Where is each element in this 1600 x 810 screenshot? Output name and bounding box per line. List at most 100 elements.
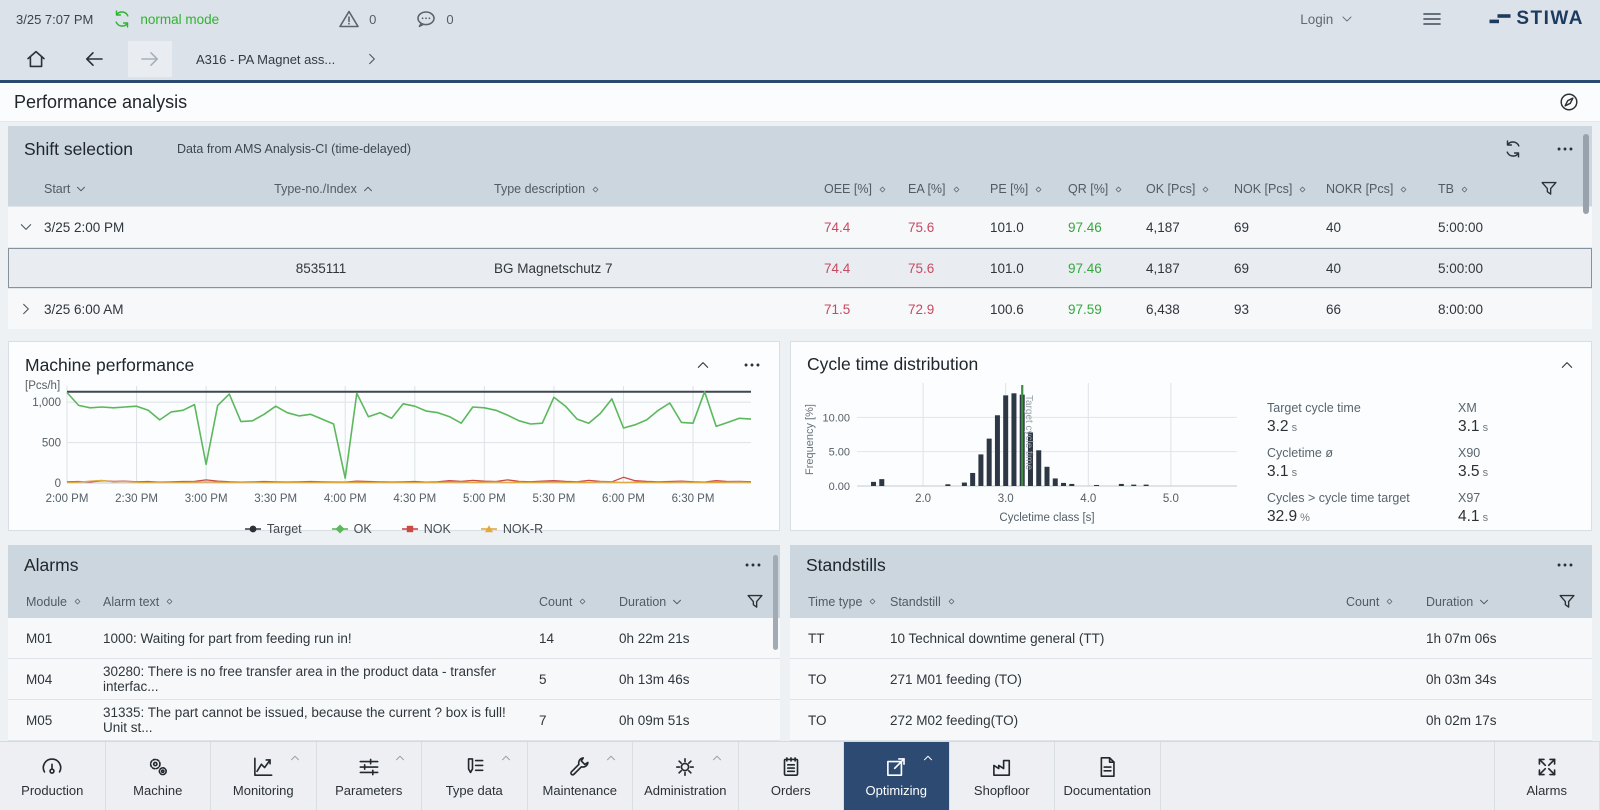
login-menu[interactable]: Login bbox=[1300, 12, 1354, 27]
legend-item-nok[interactable]: NOK bbox=[402, 522, 451, 536]
bottom-nav-optimizing[interactable]: Optimizing bbox=[844, 742, 950, 810]
standstills-body: TT10 Technical downtime general (TT)1h 0… bbox=[790, 618, 1592, 741]
message-counter[interactable]: 0 bbox=[414, 7, 453, 31]
cycle-time-panel: Cycle time distribution 2.03.04.05.00.00… bbox=[790, 341, 1592, 531]
legend-item-ok[interactable]: OK bbox=[332, 522, 372, 536]
col-header-duration[interactable]: Duration bbox=[1426, 595, 1546, 609]
table-row[interactable]: M0430280: There is no free transfer area… bbox=[8, 659, 780, 700]
svg-text:Target cycle time: Target cycle time bbox=[1023, 395, 1034, 470]
shift-scrollbar[interactable] bbox=[1583, 134, 1589, 214]
bottom-nav-monitoring[interactable]: Monitoring bbox=[211, 742, 317, 810]
duration-value: 0h 13m 46s bbox=[619, 672, 734, 687]
shift-selection-subtitle: Data from AMS Analysis-CI (time-delayed) bbox=[177, 142, 411, 156]
col-header-type-description[interactable]: Type description bbox=[494, 182, 824, 196]
col-header-standstill[interactable]: Standstill bbox=[890, 595, 1346, 609]
shift-row[interactable]: 3/25 2:00 PM74.475.6101.097.464,18769405… bbox=[8, 206, 1592, 247]
bottom-nav-orders[interactable]: Orders bbox=[739, 742, 845, 810]
sort-diamond-icon bbox=[1384, 596, 1395, 607]
alarms-scrollbar[interactable] bbox=[773, 555, 778, 650]
row-expander[interactable] bbox=[8, 219, 44, 235]
standstills-header-row: Time typeStandstillCountDuration bbox=[790, 585, 1592, 618]
shift-row[interactable]: 3/25 6:00 AM71.572.9100.697.596,43893668… bbox=[8, 288, 1592, 329]
legend-item-target[interactable]: Target bbox=[245, 522, 302, 536]
sort-diamond-icon bbox=[946, 596, 957, 607]
col-header-count[interactable]: Count bbox=[539, 595, 619, 609]
hamburger-menu-button[interactable] bbox=[1420, 7, 1444, 31]
machine-chart-legend: Target OK NOK NOK-R bbox=[9, 522, 779, 536]
dashboard-button[interactable] bbox=[1558, 91, 1580, 113]
bottom-nav-parameters[interactable]: Parameters bbox=[317, 742, 423, 810]
machine-more-button[interactable] bbox=[741, 354, 763, 376]
caret-up-icon bbox=[922, 752, 934, 764]
nav-caret[interactable] bbox=[605, 749, 617, 767]
table-row[interactable]: M0531335: The part cannot be issued, bec… bbox=[8, 700, 780, 741]
nav-caret[interactable] bbox=[394, 749, 406, 767]
table-row[interactable]: TO271 M01 feeding (TO)0h 03m 34s bbox=[790, 659, 1592, 700]
warning-icon bbox=[337, 7, 361, 31]
oee-value: 74.4 bbox=[824, 261, 908, 276]
col-header-type-no-index[interactable]: Type-no./Index bbox=[154, 182, 494, 196]
legend-item-nok-r[interactable]: NOK-R bbox=[481, 522, 543, 536]
col-header-module[interactable]: Module bbox=[8, 595, 103, 609]
bottom-nav-production[interactable]: Production bbox=[0, 742, 106, 810]
back-button[interactable] bbox=[72, 41, 116, 77]
stiwa-mark-icon bbox=[1488, 7, 1512, 31]
shift-row[interactable]: 8535111BG Magnetschutz 774.475.6101.097.… bbox=[8, 247, 1592, 288]
bottom-nav-alarms[interactable]: Alarms bbox=[1495, 742, 1600, 810]
forward-button[interactable] bbox=[128, 41, 172, 77]
warning-count: 0 bbox=[369, 12, 376, 27]
next-tab-button[interactable] bbox=[364, 51, 380, 67]
nav-label: Documentation bbox=[1064, 783, 1151, 798]
sort-diamond-icon bbox=[951, 184, 962, 195]
machine-performance-title: Machine performance bbox=[25, 355, 194, 376]
col-header-pe-[interactable]: PE [%] bbox=[990, 182, 1068, 196]
bottom-nav-type-data[interactable]: Type data bbox=[422, 742, 528, 810]
col-header-qr-[interactable]: QR [%] bbox=[1068, 182, 1146, 196]
col-header-tb[interactable]: TB bbox=[1438, 182, 1538, 196]
svg-text:3:00 PM: 3:00 PM bbox=[185, 493, 228, 505]
alarms-more-button[interactable] bbox=[742, 554, 764, 576]
col-header-oee-[interactable]: OEE [%] bbox=[824, 182, 908, 196]
col-header-time-type[interactable]: Time type bbox=[790, 595, 890, 609]
hamburger-icon bbox=[1420, 7, 1444, 31]
shift-filter-button[interactable] bbox=[1538, 178, 1600, 200]
col-header-duration[interactable]: Duration bbox=[619, 595, 734, 609]
bottom-nav-maintenance[interactable]: Maintenance bbox=[528, 742, 634, 810]
col-header-ea-[interactable]: EA [%] bbox=[908, 182, 990, 196]
standstills-filter-button[interactable] bbox=[1546, 591, 1592, 613]
bottom-nav-machine[interactable]: Machine bbox=[106, 742, 212, 810]
warning-counter[interactable]: 0 bbox=[337, 7, 376, 31]
table-row[interactable]: TT10 Technical downtime general (TT)1h 0… bbox=[790, 618, 1592, 659]
table-row[interactable]: M011000: Waiting for part from feeding r… bbox=[8, 618, 780, 659]
col-header-start[interactable]: Start bbox=[44, 182, 154, 196]
nav-label: Monitoring bbox=[233, 783, 294, 798]
home-button[interactable] bbox=[14, 41, 58, 77]
row-expander[interactable] bbox=[8, 301, 44, 317]
col-header-nokr-pcs-[interactable]: NOKR [Pcs] bbox=[1326, 182, 1438, 196]
standstills-more-button[interactable] bbox=[1554, 554, 1576, 576]
current-tab-title[interactable]: A316 - PA Magnet ass... bbox=[196, 52, 348, 67]
nav-label: Production bbox=[21, 783, 83, 798]
chevron-up-icon bbox=[695, 357, 711, 373]
nav-caret[interactable] bbox=[922, 749, 934, 767]
col-header-count[interactable]: Count bbox=[1346, 595, 1426, 609]
col-header-ok-pcs-[interactable]: OK [Pcs] bbox=[1146, 182, 1234, 196]
standstills-panel: Standstills Time typeStandstillCountDura… bbox=[790, 545, 1592, 741]
refresh-button[interactable] bbox=[1502, 138, 1524, 160]
table-row[interactable]: TO272 M02 feeding(TO)0h 02m 17s bbox=[790, 700, 1592, 741]
col-header-alarm-text[interactable]: Alarm text bbox=[103, 595, 539, 609]
col-header-nok-pcs-[interactable]: NOK [Pcs] bbox=[1234, 182, 1326, 196]
pe-value: 101.0 bbox=[990, 220, 1068, 235]
more-menu-button[interactable] bbox=[1554, 138, 1576, 160]
nav-caret[interactable] bbox=[289, 749, 301, 767]
svg-text:5:30 PM: 5:30 PM bbox=[533, 493, 576, 505]
nav-caret[interactable] bbox=[500, 749, 512, 767]
bottom-nav-documentation[interactable]: Documentation bbox=[1055, 742, 1161, 810]
bottom-nav-shopfloor[interactable]: Shopfloor bbox=[950, 742, 1056, 810]
nav-caret[interactable] bbox=[711, 749, 723, 767]
app-root: 3/25 7:07 PM normal mode 0 0 Login STIWA bbox=[0, 0, 1600, 810]
bottom-nav-administration[interactable]: Administration bbox=[633, 742, 739, 810]
collapse-cycle-button[interactable] bbox=[1559, 357, 1575, 373]
collapse-machine-button[interactable] bbox=[695, 357, 711, 373]
ok-value: 4,187 bbox=[1146, 261, 1234, 276]
